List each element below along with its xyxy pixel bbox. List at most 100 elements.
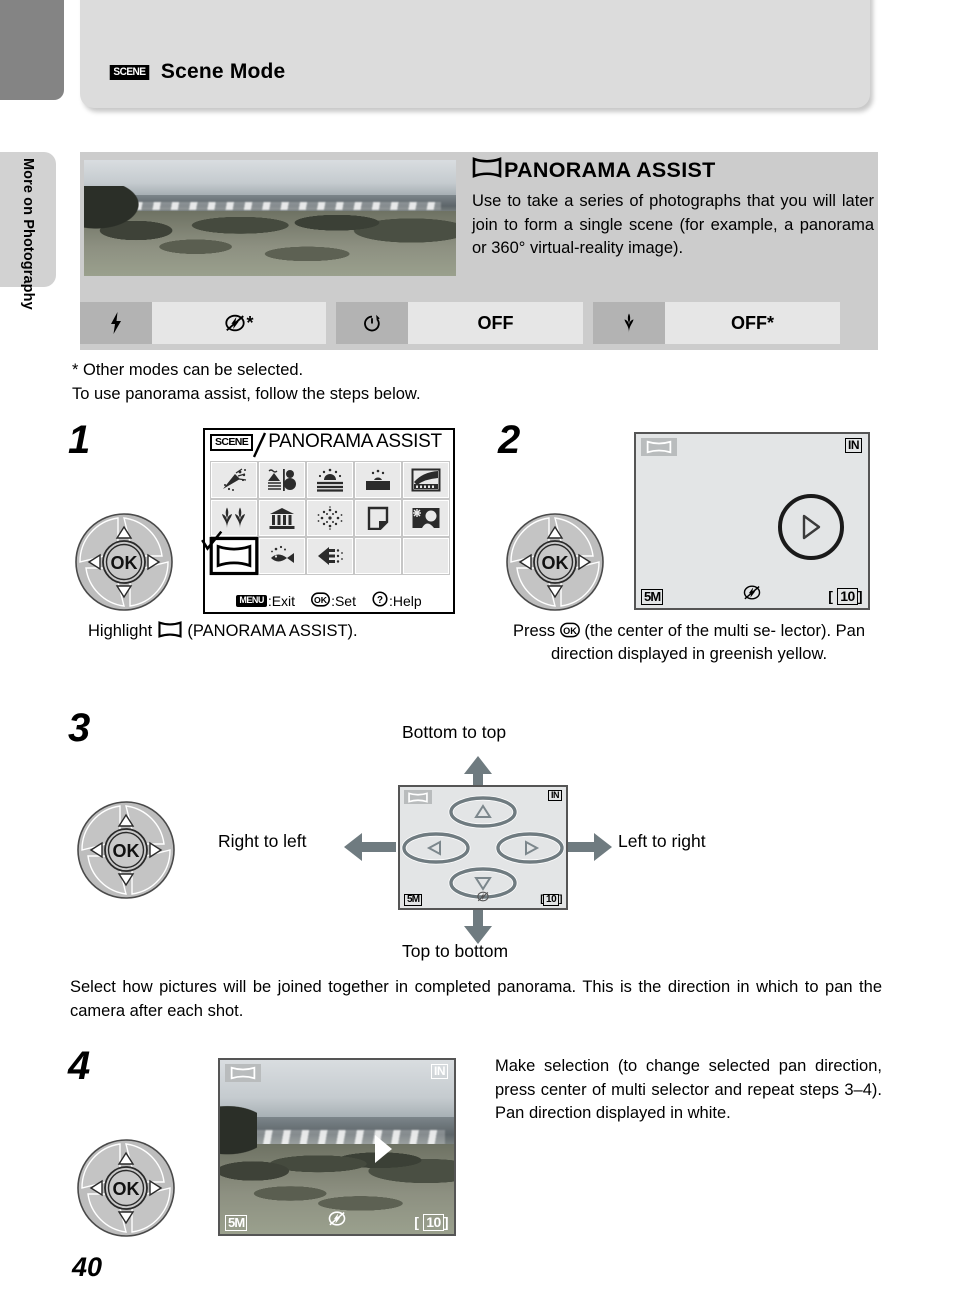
direction-label-left-to-right: Left to right [618,831,706,851]
monitor-flash-off-icon [743,583,762,605]
photo-cliff-region [84,185,144,232]
multi-selector-step-2[interactable]: OK [505,512,605,612]
setting-group-macro: OFF* [593,302,840,344]
step-2-number: 2 [498,418,521,462]
chapter-corner-block [0,0,64,100]
footnote-line-2: To use panorama assist, follow the steps… [72,385,421,403]
default-settings-strip: * OFF OFF* [80,302,878,344]
direction-label-bottom-to-top: Bottom to top [402,722,507,742]
scene-icon-dusk-dawn[interactable] [355,462,401,498]
chapter-header-content: SCENE Scene Mode [108,60,285,84]
step-2-caption-line3: greenish yellow. [709,645,828,663]
monitor-shots-remaining: [ 10] [828,588,863,605]
multi-selector-step-1[interactable]: OK [74,512,174,612]
svg-text:OK: OK [113,841,140,861]
scene-icon-underwater[interactable] [259,538,305,574]
chapter-header-bar: SCENE Scene Mode [80,0,870,108]
flash-off-icon [224,312,246,334]
setting-value-flash: * [152,302,326,344]
setting-value-macro: OFF* [665,302,840,344]
monitor-flash-off-icon-step3 [477,890,490,906]
step-4-body-text: Make selection (to change selected pan d… [495,1057,882,1122]
camera-monitor-step-3: IN 5M [10] [398,785,568,910]
monitor-image-size-step4: 5M [225,1215,248,1231]
multi-selector-step-4[interactable]: OK [76,1138,176,1238]
monitor-live-view-photo [220,1060,454,1234]
camera-monitor-step-4: IN 5M [ 10] [218,1058,456,1236]
scene-icon-museum[interactable] [259,500,305,536]
pan-direction-indicator-right [778,494,844,560]
step-3-number: 3 [68,706,91,750]
scene-icon-night-landscape[interactable] [403,462,449,498]
scene-mode-menu-screen[interactable]: SCENE PANORAMA ASSIST MENU:Exit OK:Set… [201,428,455,614]
flash-icon [80,302,152,344]
scene-icon-party-indoor[interactable] [211,462,257,498]
menu-exit-label: :Exit [267,592,296,609]
panorama-glyph-icon [472,157,502,184]
scene-icon-beach-snow[interactable] [259,462,305,498]
step-1-caption: Highlight (PANORAMA ASSIST). [88,620,458,643]
monitor-panorama-badge-step4 [225,1064,261,1082]
footnote-line-1: * Other modes can be selected. [72,361,304,379]
flash-asterisk: * [246,312,254,333]
scene-icon-fireworks-show[interactable] [307,500,353,536]
monitor-image-size-step3: 5M [404,893,423,906]
ok-set-label: :Set [331,592,356,609]
svg-text:OK: OK [563,626,577,636]
multi-selector-step-3[interactable]: OK [76,800,176,900]
pad-left-arrow-icon [426,840,441,856]
monitor-panorama-badge [641,438,677,456]
pan-direction-indicator-white [372,1133,394,1170]
photo-surf-region [98,201,442,210]
monitor-shots-remaining-step4: [ 10] [414,1214,449,1231]
feature-title-row: PANORAMA ASSIST [472,157,716,184]
scene-icon-sports[interactable] [307,538,353,574]
scene-icon-empty-2 [403,538,449,574]
menu-key-icon: MENU [236,594,267,607]
step-2-caption-pre: Press [512,622,556,640]
scene-menu-title: PANORAMA ASSIST [268,431,442,452]
feature-title-text: PANORAMA ASSIST [504,158,716,182]
scene-mode-chip: SCENE [109,64,150,80]
self-timer-icon [336,302,408,344]
step-2-caption-post: (the center of the multi se- [584,622,777,640]
page-number: 40 [72,1252,103,1282]
step-4-number: 4 [68,1044,91,1088]
settings-footnote: * Other modes can be selected. To use pa… [72,358,421,406]
monitor-memory-indicator-step4: IN [431,1064,448,1079]
help-hint: ? :Help [372,591,422,610]
scene-menu-header: SCENE PANORAMA ASSIST [205,430,453,458]
help-label: :Help [388,592,422,609]
ok-set-hint: OK :Set [311,591,356,610]
monitor-image-size: 5M [641,589,664,605]
scene-icon-back-light[interactable] [403,500,449,536]
step-1-caption-pre: Highlight [88,622,153,640]
monitor-flash-off-icon-step4 [328,1209,347,1231]
setting-group-self-timer: OFF [336,302,583,344]
step-1-caption-post: (PANORAMA ASSIST). [187,622,358,640]
step-3-body-text: Select how pictures will be joined toget… [70,978,882,1020]
scene-icon-panorama-assist[interactable] [201,530,259,576]
scene-icon-copy[interactable] [355,500,401,536]
sidebar-chapter-label: More on Photography [20,158,36,310]
settings-divider-1 [326,302,336,344]
menu-exit-hint: MENU :Exit [236,593,295,609]
setting-value-self-timer: OFF [408,302,583,344]
sidebar-chapter-tab: More on Photography [0,152,56,310]
svg-text:OK: OK [314,595,328,605]
scene-menu-footer: MENU :Exit OK :Set ? :Help [205,591,453,610]
camera-monitor-step-2: IN 5M [ 10] [634,432,870,610]
monitor-shots-remaining-step3: [10] [540,893,562,906]
scene-icon-sunset[interactable] [307,462,353,498]
setting-group-flash: * [80,302,326,344]
macro-icon [593,302,665,344]
step-2-caption: Press OK (the center of the multi se- le… [500,620,878,666]
svg-text:?: ? [377,595,383,606]
settings-divider-2 [583,302,593,344]
svg-text:OK: OK [111,553,138,573]
ok-button-icon-inline: OK [559,622,585,640]
scene-icon-grid[interactable] [201,462,449,576]
step-1-number: 1 [68,418,91,462]
selected-checkmark-icon [200,530,223,552]
page-title: Scene Mode [160,60,286,83]
